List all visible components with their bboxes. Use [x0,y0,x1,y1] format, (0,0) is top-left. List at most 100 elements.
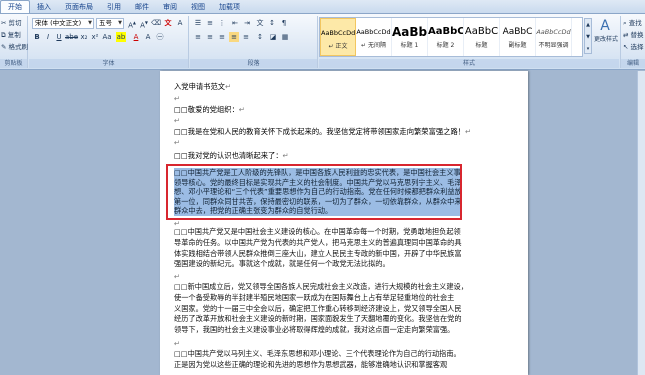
justify-icon[interactable]: ≡ [229,32,239,42]
style-subtitle[interactable]: AaBbC 副标题 [500,18,536,56]
doc-line-2: □□我是在党和人民的教育关怀下成长起来的。我坚信党定将带领国家走向繁荣富强之路！… [174,126,471,137]
replace-button[interactable]: ⇄ 替换 [623,30,644,41]
format-painter-button[interactable]: ✎ 格式刷 [1,42,28,53]
find-button[interactable]: ⌕ 查找 [623,18,642,29]
highlight-icon[interactable]: ab [116,32,126,42]
chevron-down-icon: ▼ [88,20,92,26]
change-case-icon[interactable]: Aa [102,32,112,42]
chinese-layout-icon[interactable]: 文 [255,18,265,28]
copy-icon: ⧉ [1,31,6,39]
borders-icon[interactable]: ▦ [280,32,290,42]
tab-home[interactable]: 开始 [0,0,30,13]
align-right-icon[interactable]: ≡ [217,32,227,42]
cut-button[interactable]: ✂ 剪切 [1,18,22,29]
tab-insert[interactable]: 插入 [30,1,58,13]
decrease-indent-icon[interactable]: ⇤ [230,18,240,28]
enclose-char-icon[interactable]: ㊀ [155,32,165,42]
text-row: 强国建设的新纪元。事就这个成就，就是任何一个政党无法比拟的。 [174,259,390,269]
chevron-down-icon: ▼ [118,20,122,26]
style-normal[interactable]: AaBbCcDd ↵ 正文 [320,18,356,56]
select-label: 选择 [630,43,644,51]
tab-mailings[interactable]: 邮件 [128,1,156,13]
align-left-icon[interactable]: ≡ [193,32,203,42]
copy-button[interactable]: ⧉ 复制 [1,30,21,41]
shading-icon[interactable]: ◪ [268,32,278,42]
sort-icon[interactable]: ↕ [267,18,277,28]
style-sample: AaBbC [428,26,463,37]
change-styles-button[interactable]: A 更改样式 [594,18,619,43]
change-styles-icon: A [600,18,610,34]
style-sample: AaBbC [464,26,499,37]
style-title[interactable]: AaBbC 标题 [464,18,500,56]
tab-addins[interactable]: 加载项 [212,1,247,13]
bold-icon[interactable]: B [32,32,42,42]
line-spacing-icon[interactable]: ↕ [255,32,265,42]
gallery-scroll[interactable]: ▲ ▼ ▾ [584,18,592,54]
change-styles-label: 更改样式 [594,36,619,43]
multilevel-list-icon[interactable]: ⋮ [217,18,227,28]
font-size-value: 五号 [99,19,112,27]
paragraph-mark: ↵ [282,151,289,160]
clear-format-icon[interactable]: ⌫ [151,18,161,28]
word-window: 开始 插入 页面布局 引用 邮件 审阅 视图 加载项 ✂ 剪切 ⧉ 复制 ✎ 格… [0,0,645,375]
style-name: 不明显强调 [538,42,569,49]
style-name: 标题 2 [436,42,455,49]
show-marks-icon[interactable]: ¶ [279,18,289,28]
clipboard-group-label: 剪贴板 [0,59,27,68]
tab-references[interactable]: 引用 [100,1,128,13]
shrink-font-icon[interactable]: A▼ [139,18,149,29]
strikethrough-icon[interactable]: abe [65,32,78,42]
char-shading-icon[interactable]: A [143,32,153,42]
style-sample: AaBbCcDd [321,29,355,37]
style-heading-2[interactable]: AaBbC 标题 2 [428,18,464,56]
paragraph-mark: ↵ [465,127,472,136]
doc-line-3: □□我对党的认识也清晰起来了：↵ [174,150,289,161]
numbering-icon[interactable]: ≡ [205,18,215,28]
grow-font-icon[interactable]: A▲ [127,18,137,29]
empty-line: ↵ [174,115,180,126]
font-color-icon[interactable]: A [131,32,141,42]
underline-icon[interactable]: U [54,32,64,42]
styles-gallery: AaBbCcDd ↵ 正文 AaBbCcDd ↵ 无间隔 AaBb 标题 1 A… [319,17,583,57]
paragraph-mark: ↵ [174,272,181,281]
font-family-select[interactable]: 宋体 (中文正文) ▼ [32,18,94,29]
ribbon-tab-bar: 开始 插入 页面布局 引用 邮件 审阅 视图 加载项 [0,0,645,14]
empty-line: ↵ [174,93,180,104]
font-family-value: 宋体 (中文正文) [35,19,82,27]
text-row: 经历了改革开放和社会主义建设的新时期，国家面貌发生了天翻地覆的变化。我坚信在党的 [174,314,462,324]
doc-title-line: 入党申请书范文↵ [174,81,231,92]
red-highlight-box [166,164,462,220]
tab-page-layout[interactable]: 页面布局 [58,1,100,13]
phonetic-guide-icon[interactable]: 文 [163,18,173,28]
select-button[interactable]: ↖ 选择 [623,42,644,53]
text-row: □□中国共产党又是中国社会主义建设的核心。在中国革命每一个时期，党勇敢地担负起领 [174,227,461,236]
tab-view[interactable]: 视图 [184,1,212,13]
clipboard-group: ✂ 剪切 ⧉ 复制 ✎ 格式刷 剪贴板 [0,16,28,68]
distributed-icon[interactable]: ≡ [241,32,251,42]
style-no-spacing[interactable]: AaBbCcDd ↵ 无间隔 [356,18,392,56]
font-group-label: 字体 [29,59,188,68]
style-heading-1[interactable]: AaBb 标题 1 [392,18,428,56]
empty-line: ↵ [174,338,180,349]
text-row: 导革命的任务。以中国共产党为代表的共产党人，把马克思主义的普遍真理同中国革命的具 [174,237,462,247]
subscript-icon[interactable]: x₂ [79,32,89,42]
tab-review[interactable]: 审阅 [156,1,184,13]
doc-greeting-line: □□敬爱的党组织：↵ [174,104,245,115]
char-border-icon[interactable]: A [175,18,185,28]
style-sample: AaBbCcDd [356,28,391,36]
scissors-icon: ✂ [1,19,7,27]
italic-icon[interactable]: I [43,32,53,42]
document-page[interactable]: 入党申请书范文↵ ↵ □□敬爱的党组织：↵ ↵ □□我是在党和人民的教育关怀下成… [160,71,528,375]
font-size-select[interactable]: 五号 ▼ [96,18,124,29]
vertical-scrollbar[interactable] [637,71,645,375]
ribbon: ✂ 剪切 ⧉ 复制 ✎ 格式刷 剪贴板 宋体 (中文正文) ▼ 五号 ▼ A▲ … [0,14,645,70]
bullets-icon[interactable]: ☰ [193,18,203,28]
doc-title: 入党申请书范文 [174,82,226,91]
align-center-icon[interactable]: ≡ [205,32,215,42]
editing-group-label: 编辑 [621,59,645,68]
text-row: □□新中国成立后，党又领导全国各族人民完成社会主义改造，进行大规模的社会主义建设… [174,282,466,291]
replace-icon: ⇄ [623,31,629,39]
increase-indent-icon[interactable]: ⇥ [242,18,252,28]
superscript-icon[interactable]: x² [90,32,100,42]
style-subtle-emphasis[interactable]: AaBbCcDd 不明显强调 [536,18,572,56]
